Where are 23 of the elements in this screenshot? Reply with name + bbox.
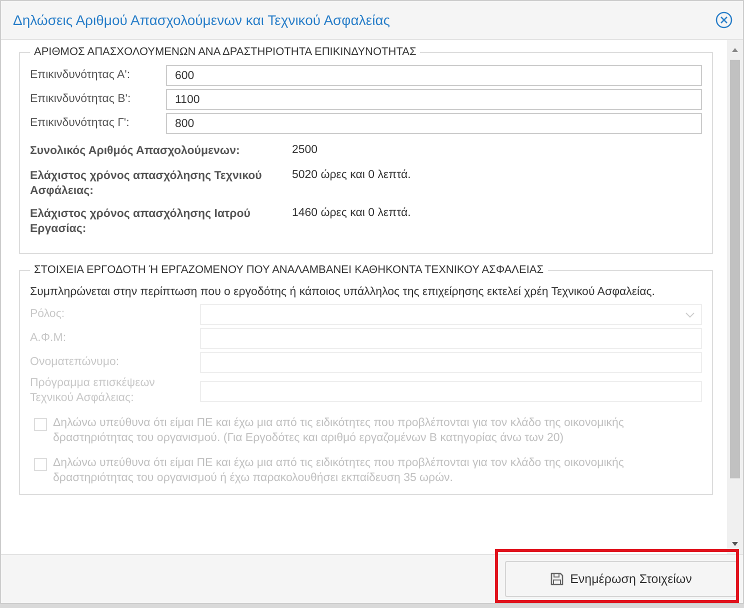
summary-label: Ελάχιστος χρόνος απασχόλησης Τεχνικού Ασφάλειας: (30, 169, 263, 199)
input-field[interactable]: 600 (166, 65, 702, 86)
section-legend: ΣΤΟΙΧΕΙΑ ΕΡΓΟΔΟΤΗ Ή ΕΡΓΑΖΟΜΕΝΟΥ ΠΟΥ ΑΝΑΛΑΜΒΑΝΕΙ ΚΑΘΗΚΟΝΤΑ ΤΕΧΝΙΚΟΥ ΑΣΦΑΛΕΙΑΣ (30, 264, 548, 276)
summary-value: 5020 ώρες και 0 λεπτά. (292, 169, 412, 181)
summary-label: Συνολικός Αριθμός Απασχολούμενων: (30, 144, 241, 159)
input-field[interactable]: 800 (166, 113, 702, 134)
summary-value: 1460 ώρες και 0 λεπτά. (292, 207, 412, 219)
close-icon[interactable] (715, 11, 733, 29)
field-label: Επικινδυνότητας Γ': (30, 116, 130, 131)
dialog-title: Δηλώσεις Αριθμού Απασχολούμενων και Τεχνικού Ασφαλείας (13, 12, 390, 28)
field-label: Επικινδυνότητας Α': (30, 68, 132, 83)
save-icon (550, 572, 564, 586)
summary-value: 2500 (292, 144, 319, 156)
section-note: Συμπληρώνεται στην περίπτωση που ο εργοδότης ή κάποιος υπάλληλος της επιχείρησης εκτελεί χρέη Τεχνικού Ασφαλείας. (30, 286, 656, 298)
section-legend: ΑΡΙΘΜΟΣ ΑΠΑΣΧΟΛΟΥΜΕΝΩΝ ΑΝΑ ΔΡΑΣΤΗΡΙΟΤΗΤΑ ΕΠΙΚΙΝΔΥΝΟΤΗΤΑΣ (30, 46, 420, 58)
checkbox-label: Δηλώνω υπεύθυνα ότι είμαι ΠΕ και έχω μια από τις ειδικότητες που προβλέπονται για τον κλάδο της οικονομικής δραστηριότητας του οργανισμού. (Για Εργοδότες και αριθμό εργαζομένων Β κατηγορίας άνω των 20) (53, 416, 625, 446)
checkbox-label: Δηλώνω υπεύθυνα ότι είμαι ΠΕ και έχω μια από τις ειδικότητες που προβλέπονται για τον κλάδο της οικονομικής δραστηριότητας του οργανισμού ή έχω παρακολουθήσει εκπαίδευση 35 ωρών. (53, 456, 625, 486)
scrollbar[interactable] (727, 40, 743, 554)
field-label: Επικινδυνότητας Β': (30, 92, 132, 107)
summary-label: Ελάχιστος χρόνος απασχόλησης Ιατρού Εργασίας: (30, 207, 252, 237)
input-field[interactable]: 1100 (166, 89, 702, 110)
chevron-down-icon (685, 312, 695, 318)
update-button[interactable]: Ενημέρωση Στοιχείων (505, 561, 737, 597)
